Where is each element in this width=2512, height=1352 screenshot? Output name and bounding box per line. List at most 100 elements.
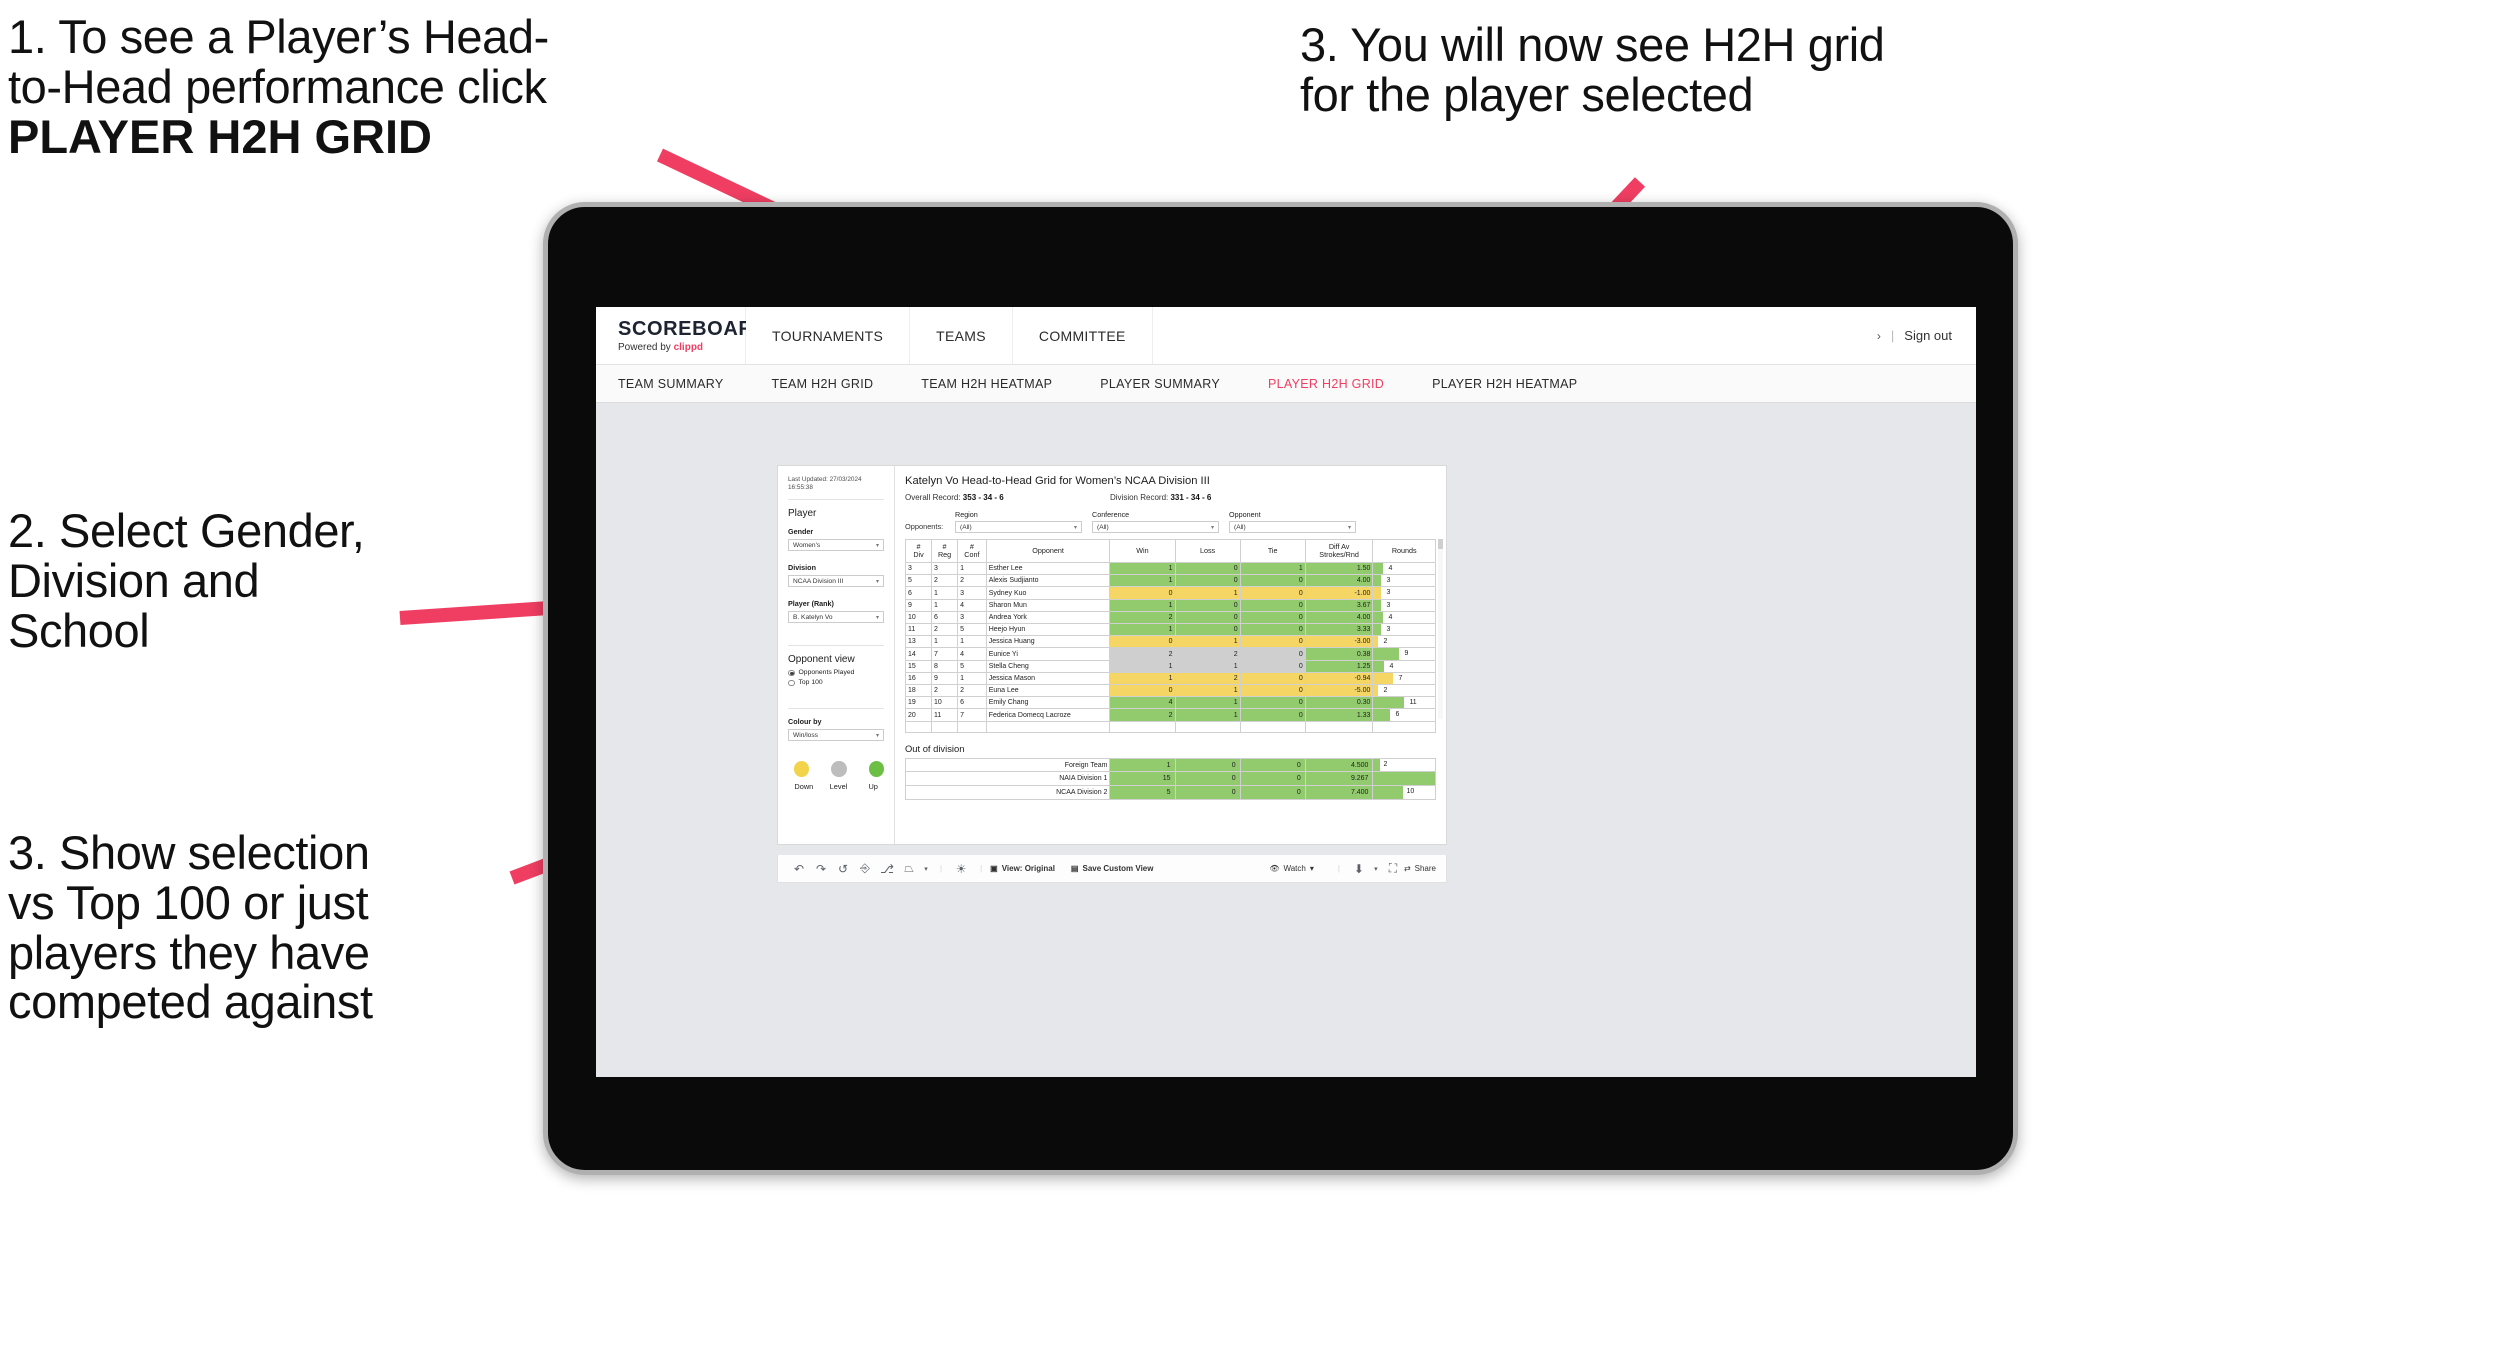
watch-button[interactable]: 👁 Watch ▾ (1269, 864, 1314, 873)
cell-7: 1.25 (1304, 659, 1374, 673)
h2h-grid-head: # Div # Reg # Conf Opponent Win Loss Tie Diff Av St… (904, 539, 1436, 563)
cell-4: 1 (1109, 561, 1176, 576)
filter-gender-select[interactable]: Women's ▾ (788, 539, 884, 552)
out-of-division-row[interactable]: NAIA Division 115009.26730 (904, 771, 1436, 787)
table-row[interactable]: 10 6 3 Andrea York 2 0 0 4.00 4 (904, 610, 1436, 625)
rounds-bar (1373, 673, 1394, 684)
tablet-device-frame: SCOREBOARD Powered by clippd TOURNAMENTS… (543, 202, 2018, 1175)
tab-team-h2h-heatmap[interactable]: TEAM H2H HEATMAP (921, 377, 1080, 391)
cell-2: 5 (957, 623, 987, 637)
column-header-0[interactable]: # Div (904, 539, 933, 563)
rounds-bar (1373, 624, 1382, 635)
filter-opponent-select[interactable]: (All) ▾ (1229, 521, 1356, 533)
cell-rounds: 3 (1372, 586, 1436, 600)
table-row[interactable]: 14 7 4 Eunice Yi 2 2 0 0.38 9 (904, 647, 1436, 661)
table-row[interactable]: 5 2 2 Alexis Sudjianto 1 0 0 4.00 3 (904, 574, 1436, 588)
rounds-value: 3 (1386, 589, 1391, 597)
rounds-bar (1373, 786, 1404, 799)
filter-division: Division NCAA Division III ▾ (788, 563, 884, 588)
empty-cell (1109, 720, 1176, 733)
brand-logo[interactable]: SCOREBOARD Powered by clippd (596, 307, 768, 364)
refresh-icon[interactable]: ⎆ (854, 861, 876, 876)
column-header-8[interactable]: Rounds (1372, 539, 1436, 563)
cell-5: 1 (1174, 696, 1241, 710)
alert-icon[interactable]: ⏢ (898, 861, 920, 876)
filter-colour-by-select[interactable]: Win/loss ▾ (788, 729, 884, 742)
filter-region-select[interactable]: (All) ▾ (955, 521, 1082, 533)
share-button[interactable]: ⇄ Share (1404, 864, 1436, 873)
radio-top-100-icon[interactable] (788, 679, 795, 687)
out-of-division-row[interactable]: Foreign Team 1 0 0 4.500 2 (904, 757, 1436, 773)
table-row[interactable]: 20 11 7 Federica Domecq Lacroze 2 1 0 1.33 6 (904, 708, 1436, 722)
tab-team-h2h-grid[interactable]: TEAM H2H GRID (771, 377, 901, 391)
redo-icon[interactable]: ↷ (810, 862, 832, 876)
undo-icon[interactable]: ↶ (788, 862, 810, 876)
view-original-button[interactable]: ▣ View: Original (990, 864, 1055, 873)
cell-3: Esther Lee (985, 561, 1111, 576)
chevron-down-icon[interactable]: ▾ (920, 865, 932, 873)
fullscreen-icon[interactable]: ⛶ (1382, 861, 1404, 876)
table-row[interactable]: 6 1 3 Sydney Kuo 0 1 0 -1.00 3 (904, 586, 1436, 600)
download-icon[interactable]: ⬇ (1348, 862, 1370, 876)
radio-opponents-played[interactable]: Opponents Played (788, 669, 884, 676)
save-custom-view-button[interactable]: ▤ Save Custom View (1071, 864, 1154, 873)
radio-top-100[interactable]: Top 100 (788, 679, 884, 686)
column-header-2[interactable]: # Conf (957, 539, 987, 563)
column-header-4[interactable]: Win (1109, 539, 1176, 563)
filter-region: Region (All) ▾ (955, 510, 1082, 533)
filter-conference-select[interactable]: (All) ▾ (1092, 521, 1219, 533)
chevron-down-icon[interactable]: ▾ (1370, 865, 1382, 873)
cell-0: 3 (904, 561, 933, 576)
tab-player-h2h-heatmap[interactable]: PLAYER H2H HEATMAP (1432, 377, 1605, 391)
divider (788, 645, 884, 647)
cell-6: 0 (1239, 671, 1306, 686)
rounds-value: 3 (1386, 601, 1391, 609)
radio-opponents-played-icon[interactable] (788, 669, 795, 677)
column-header-1[interactable]: # Reg (931, 539, 959, 563)
filter-division-select[interactable]: NCAA Division III ▾ (788, 575, 884, 588)
table-row[interactable]: 11 2 5 Heejo Hyun 1 0 0 3.33 3 (904, 623, 1436, 637)
table-row[interactable]: 15 8 5 Stella Cheng 1 1 0 1.25 4 (904, 659, 1436, 673)
filter-region-label: Region (955, 510, 978, 519)
chevron-down-icon: ▾ (875, 578, 879, 585)
table-row[interactable]: 9 1 4 Sharon Mun 1 0 0 3.67 3 (904, 598, 1436, 612)
column-header-3[interactable]: Opponent (985, 539, 1111, 563)
ood-cell-3: 9.267 (1304, 771, 1374, 787)
column-header-5[interactable]: Loss (1174, 539, 1241, 563)
chevron-right-icon[interactable]: › (1877, 329, 1881, 343)
filter-opponent: Opponent (All) ▾ (1229, 510, 1356, 533)
column-header-6[interactable]: Tie (1239, 539, 1306, 563)
table-row[interactable]: 3 3 1 Esther Lee 1 0 1 1.50 4 (904, 561, 1436, 576)
cell-1: 2 (931, 574, 959, 588)
pause-updates-icon[interactable]: ⎇ (876, 862, 898, 876)
table-row[interactable]: 18 2 2 Euna Lee 0 1 0 -5.00 2 (904, 684, 1436, 698)
cell-rounds: 6 (1372, 708, 1436, 722)
tab-player-summary[interactable]: PLAYER SUMMARY (1100, 377, 1248, 391)
table-row[interactable]: 16 9 1 Jessica Mason 1 2 0 -0.94 7 (904, 671, 1436, 686)
filter-player-select[interactable]: B. Katelyn Vo ▾ (788, 611, 884, 624)
cell-3: Andrea York (985, 610, 1111, 625)
column-header-7[interactable]: Diff Av Strokes/Rnd (1304, 539, 1374, 563)
viz-area: Katelyn Vo Head-to-Head Grid for Women’s… (895, 466, 1446, 844)
table-row[interactable]: 13 1 1 Jessica Huang 0 1 0 -3.00 2 (904, 635, 1436, 649)
out-of-division-row[interactable]: NCAA Division 2 5 0 0 7.400 10 (904, 785, 1436, 800)
cell-0: 20 (904, 708, 933, 722)
tab-player-h2h-grid[interactable]: PLAYER H2H GRID (1268, 377, 1412, 391)
cell-4: 1 (1109, 574, 1176, 588)
table-row[interactable]: 19 10 6 Emily Chang 4 1 0 0.30 11 (904, 696, 1436, 710)
ask-data-icon[interactable]: ☀ (950, 862, 972, 876)
tab-team-summary[interactable]: TEAM SUMMARY (618, 377, 751, 391)
topnav-item-teams[interactable]: TEAMS (910, 307, 1013, 364)
dashboard-container: Last Updated: 27/03/2024 16:55:38 Player… (777, 465, 1447, 845)
table-scrollbar-thumb[interactable] (1438, 539, 1443, 549)
topnav-item-tournaments[interactable]: TOURNAMENTS (746, 307, 911, 364)
rounds-value: 10 (1406, 788, 1415, 796)
topnav-item-committee[interactable]: COMMITTEE (1012, 307, 1153, 364)
cell-4: 0 (1109, 635, 1176, 649)
cell-5: 0 (1174, 610, 1241, 625)
cell-1: 2 (931, 684, 959, 698)
revert-icon[interactable]: ↺ (832, 862, 854, 876)
sign-out-link[interactable]: Sign out (1904, 328, 1952, 343)
cell-5: 1 (1174, 635, 1241, 649)
table-scrollbar-track[interactable] (1438, 539, 1443, 719)
